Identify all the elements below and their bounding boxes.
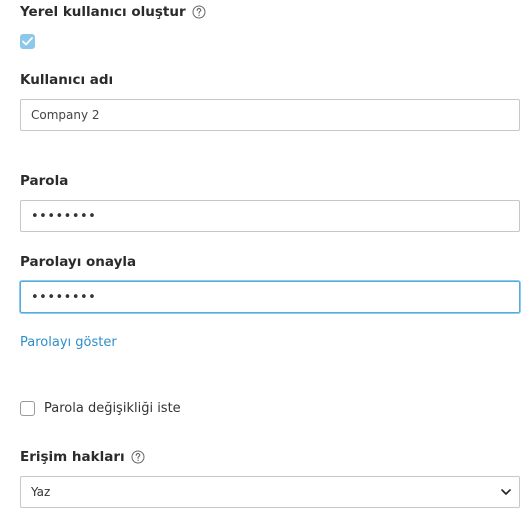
confirm-password-input[interactable]: •••••••• [20,281,520,313]
create-local-user-header: Yerel kullanıcı oluştur [20,3,206,21]
username-value: Company 2 [31,108,100,122]
local-user-form: Yerel kullanıcı oluştur Kullanıcı adı Co… [0,0,530,520]
show-password-link[interactable]: Parolayı göster [20,335,117,350]
require-password-change-checkbox[interactable] [20,401,35,416]
help-icon[interactable] [131,450,145,464]
access-rights-label: Erişim hakları [20,449,125,465]
username-label: Kullanıcı adı [20,72,114,88]
confirm-password-label: Parolayı onayla [20,254,137,270]
username-input[interactable]: Company 2 [20,99,520,131]
create-local-user-checkbox[interactable] [20,34,35,49]
help-icon[interactable] [192,5,206,19]
checkmark-icon [22,37,33,46]
password-masked-value: •••••••• [31,208,97,224]
chevron-down-icon [501,488,511,495]
create-local-user-label: Yerel kullanıcı oluştur [20,4,186,20]
password-label: Parola [20,173,69,189]
password-input[interactable]: •••••••• [20,200,520,232]
require-password-change-label: Parola değişikliği iste [44,401,181,416]
access-rights-select[interactable]: Yaz [20,476,520,508]
require-password-change-row[interactable]: Parola değişikliği iste [20,401,181,416]
access-rights-selected-value: Yaz [31,485,51,499]
confirm-password-masked-value: •••••••• [31,289,97,305]
access-rights-header: Erişim hakları [20,448,145,466]
